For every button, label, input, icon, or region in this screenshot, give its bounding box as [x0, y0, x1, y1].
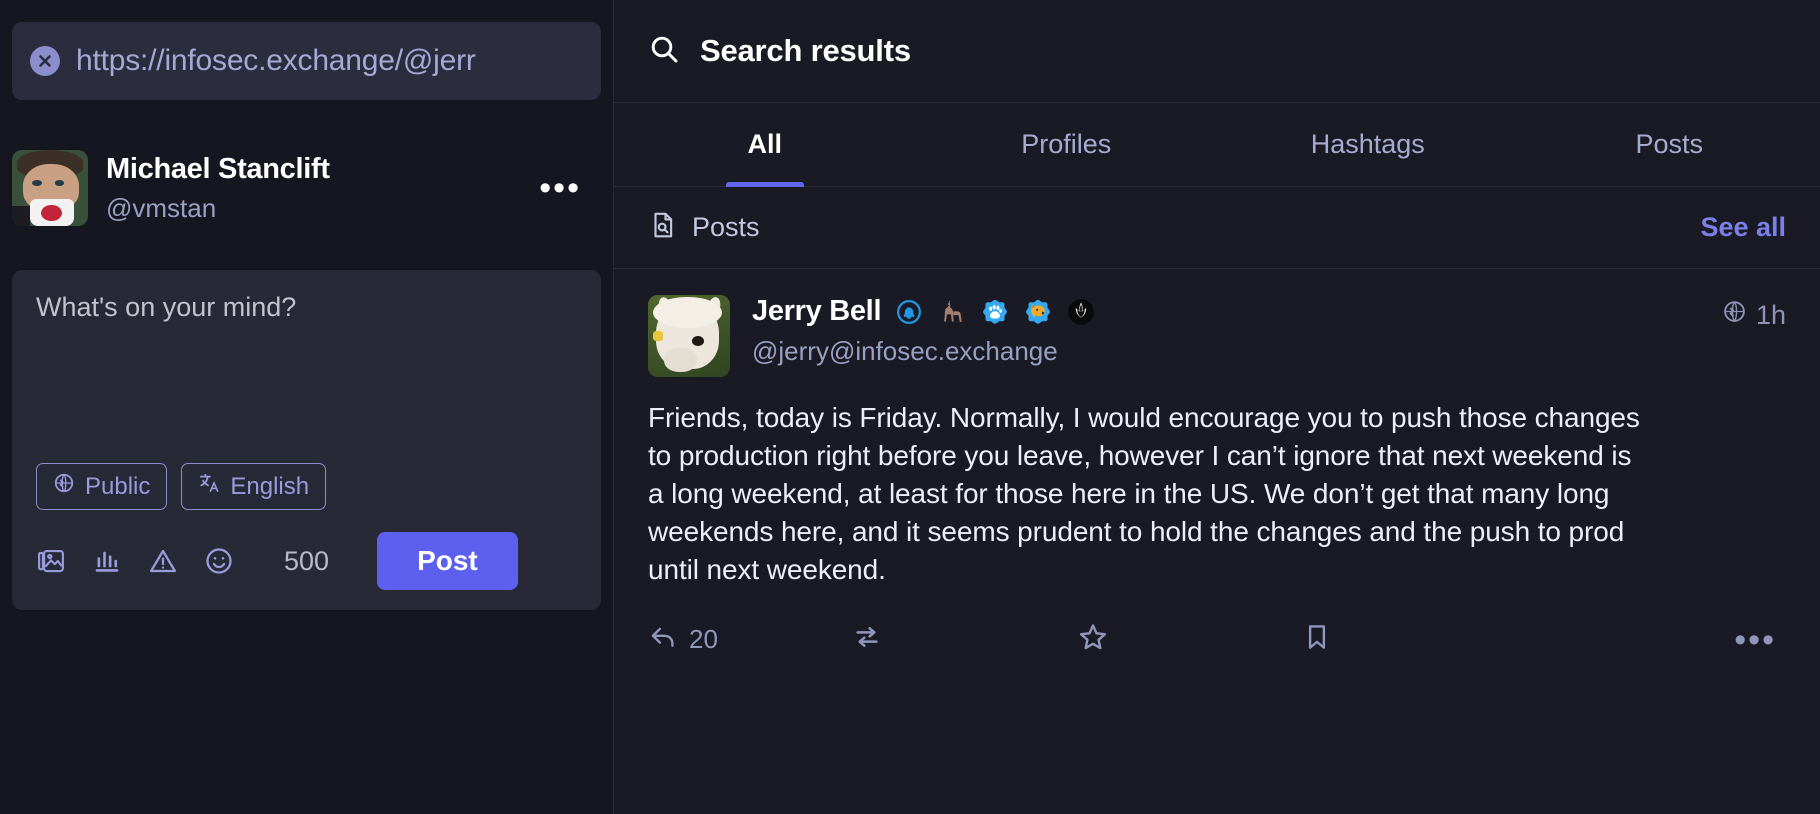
post-author-name[interactable]: Jerry Bell — [752, 295, 882, 328]
search-results-panel: Search results All Profiles Hashtags Pos… — [614, 0, 1820, 814]
composer-pills: Public English — [36, 463, 577, 510]
poll-icon[interactable] — [92, 546, 122, 576]
post-action-bar: 20 ••• — [648, 621, 1786, 658]
avatar[interactable] — [648, 295, 730, 377]
post-author-handle[interactable]: @jerry@infosec.exchange — [752, 336, 1700, 367]
reply-icon — [648, 622, 678, 657]
translate-icon — [198, 472, 220, 501]
rebel-alliance-emoji — [1066, 297, 1096, 327]
character-counter: 500 — [284, 545, 330, 576]
globe-icon — [53, 472, 75, 501]
tab-label: Profiles — [1021, 129, 1112, 159]
tab-posts[interactable]: Posts — [1519, 103, 1820, 186]
posts-section-header: Posts See all — [614, 187, 1820, 269]
posts-section-label: Posts — [692, 212, 760, 242]
account-more-button[interactable]: ••• — [539, 170, 599, 205]
url-bar[interactable]: https://infosec.exchange/@jerr — [12, 22, 601, 100]
composer-space — [36, 323, 577, 463]
emoji-icon[interactable] — [204, 546, 234, 576]
language-label: English — [230, 472, 310, 500]
more-horizontal-icon: ••• — [1734, 620, 1776, 659]
account-handle: @vmstan — [106, 192, 217, 223]
reply-button[interactable]: 20 — [648, 622, 851, 657]
bell-emoji — [894, 297, 924, 327]
posts-search-icon — [648, 210, 678, 245]
tab-hashtags[interactable]: Hashtags — [1217, 103, 1519, 186]
app-root: https://infosec.exchange/@jerr Michael S… — [0, 0, 1820, 814]
post-header: Jerry Bell @jerry@infosec.exchange 1h — [648, 295, 1786, 377]
paw-print-emoji — [980, 297, 1010, 327]
see-all-link[interactable]: See all — [1700, 212, 1786, 243]
tab-label: Hashtags — [1310, 129, 1425, 159]
post-content: Friends, today is Friday. Normally, I wo… — [648, 402, 1640, 586]
post-timestamp[interactable]: 1h — [1722, 295, 1786, 331]
globe-icon — [1722, 299, 1747, 331]
boost-button[interactable] — [851, 621, 1077, 658]
dog-emoji — [1023, 297, 1053, 327]
post-button[interactable]: Post — [377, 532, 518, 590]
visibility-label: Public — [85, 472, 151, 500]
language-button[interactable]: English — [181, 463, 327, 510]
content-warning-icon[interactable] — [148, 546, 178, 576]
tab-profiles[interactable]: Profiles — [916, 103, 1218, 186]
visibility-button[interactable]: Public — [36, 463, 168, 510]
account-row[interactable]: Michael Stanclift @vmstan ••• — [0, 142, 613, 234]
favourite-button[interactable] — [1077, 621, 1303, 658]
composer-toolbar: 500 Post — [36, 532, 577, 590]
search-results-header: Search results — [614, 0, 1820, 103]
boost-icon — [851, 621, 883, 658]
search-tabs: All Profiles Hashtags Posts — [614, 103, 1820, 187]
tab-label: Posts — [1635, 129, 1704, 159]
tab-all[interactable]: All — [614, 103, 916, 186]
url-input[interactable]: https://infosec.exchange/@jerr — [76, 44, 476, 78]
search-icon — [648, 33, 680, 70]
avatar — [12, 150, 88, 226]
page-title: Search results — [700, 33, 911, 68]
llama-emoji — [937, 297, 967, 327]
bookmark-icon — [1302, 622, 1332, 657]
post-author-meta: Jerry Bell @jerry@infosec.exchange — [752, 295, 1700, 367]
tab-label: All — [747, 129, 782, 159]
left-sidebar: https://infosec.exchange/@jerr Michael S… — [0, 0, 614, 814]
star-icon — [1077, 621, 1109, 658]
close-circle-icon[interactable] — [30, 46, 60, 76]
reply-count: 20 — [689, 624, 718, 655]
account-names: Michael Stanclift @vmstan — [106, 153, 521, 224]
image-attachment-icon[interactable] — [36, 546, 66, 576]
post-more-button[interactable]: ••• — [1734, 620, 1776, 659]
timestamp-label: 1h — [1755, 299, 1786, 330]
post-item: Jerry Bell @jerry@infosec.exchange 1h Fr… — [614, 269, 1820, 814]
composer-textarea[interactable]: What's on your mind? — [36, 292, 577, 323]
post-author-name-line: Jerry Bell — [752, 295, 1700, 328]
composer[interactable]: What's on your mind? Public English 500 … — [12, 270, 601, 610]
account-display-name: Michael Stanclift — [106, 152, 330, 185]
bookmark-button[interactable] — [1302, 622, 1528, 657]
